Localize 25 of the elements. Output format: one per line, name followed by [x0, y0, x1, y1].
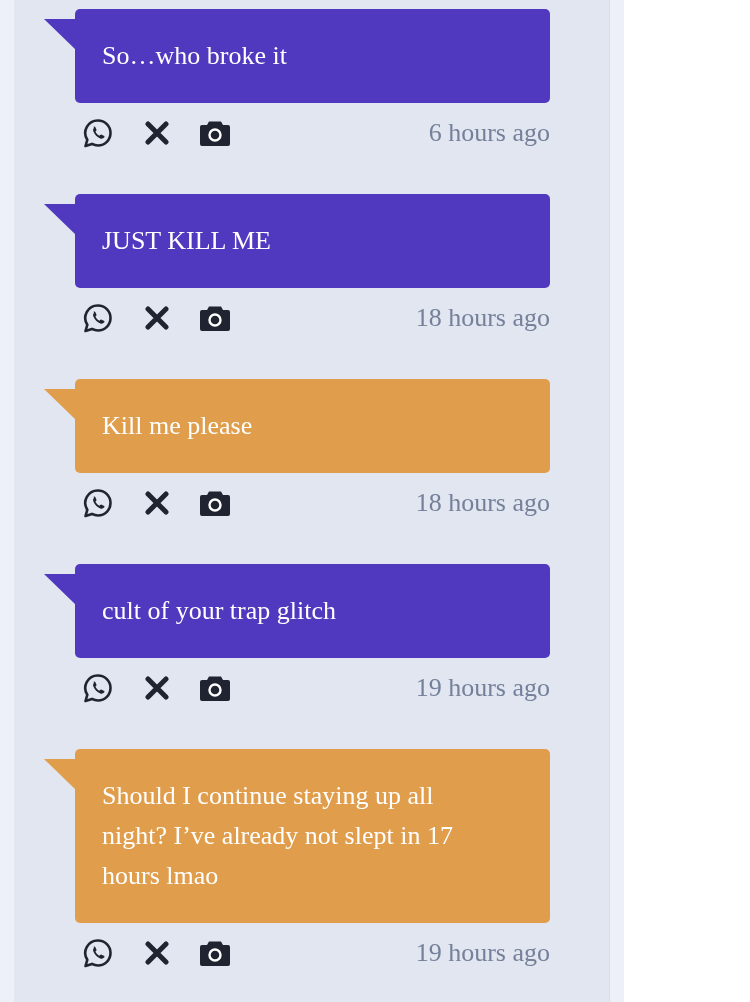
camera-icon[interactable]: [199, 939, 231, 967]
cross-icon[interactable]: [145, 491, 169, 515]
chat-phone-icon[interactable]: [83, 488, 113, 518]
camera-icon[interactable]: [199, 674, 231, 702]
timestamp: 19 hours ago: [415, 673, 550, 703]
message-text: cult of your trap glitch: [102, 595, 337, 627]
cross-icon[interactable]: [145, 121, 169, 145]
chat-phone-icon[interactable]: [83, 303, 113, 333]
chat-phone-icon[interactable]: [83, 673, 113, 703]
message-text: Should I continue staying up all night? I’ve already not slept in 17 hours lmao: [102, 780, 454, 892]
cross-icon[interactable]: [145, 676, 169, 700]
camera-icon[interactable]: [199, 489, 231, 517]
camera-icon[interactable]: [199, 304, 231, 332]
timestamp: 19 hours ago: [415, 938, 550, 968]
camera-icon[interactable]: [199, 119, 231, 147]
timestamp: 18 hours ago: [415, 488, 550, 518]
timestamp: 18 hours ago: [415, 303, 550, 333]
cross-icon[interactable]: [145, 306, 169, 330]
cross-icon[interactable]: [145, 941, 169, 965]
timestamp: 6 hours ago: [428, 118, 550, 148]
chat-phone-icon[interactable]: [83, 938, 113, 968]
message-text: Kill me please: [102, 410, 254, 442]
chat-phone-icon[interactable]: [83, 118, 113, 148]
message-text: So…who broke it: [102, 40, 288, 72]
message-text: JUST KILL ME: [102, 225, 272, 257]
